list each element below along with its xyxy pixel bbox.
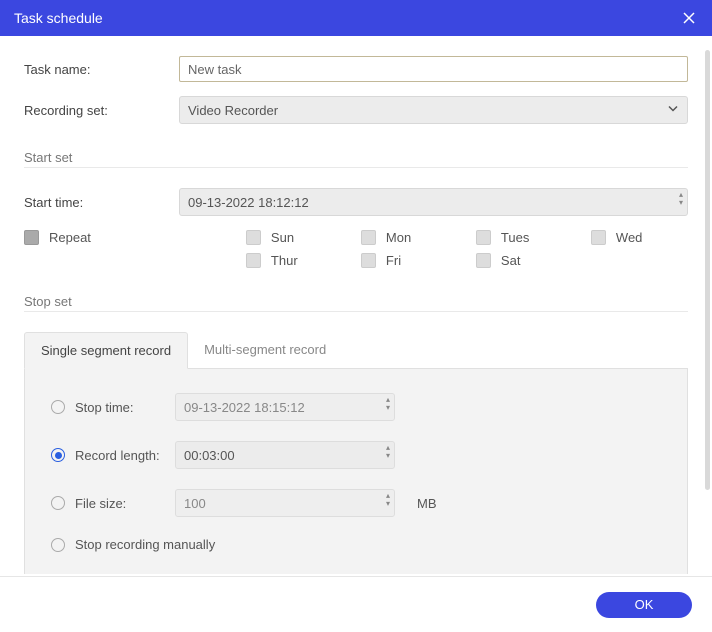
task-name-input[interactable] [179, 56, 688, 82]
record-length-value: 00:03:00 [184, 448, 235, 463]
tab-multi-segment[interactable]: Multi-segment record [188, 332, 342, 368]
recording-set-label: Recording set: [24, 103, 179, 118]
close-icon[interactable] [680, 9, 698, 27]
ok-button[interactable]: OK [596, 592, 692, 618]
stepper-down-icon[interactable]: ▾ [386, 452, 390, 460]
task-name-label: Task name: [24, 62, 179, 77]
manual-stop-radio[interactable] [51, 538, 65, 552]
footer: OK [0, 576, 712, 632]
stop-time-label: Stop time: [75, 400, 175, 415]
stop-time-value: 09-13-2022 18:15:12 [184, 400, 305, 415]
file-size-field[interactable]: 100 ▴ ▾ [175, 489, 395, 517]
stop-set-title: Stop set [24, 294, 688, 309]
repeat-checkbox[interactable] [24, 230, 39, 245]
day-tues-checkbox[interactable] [476, 230, 491, 245]
content-area: Task name: Recording set: Video Recorder… [0, 36, 712, 574]
day-mon-label: Mon [386, 230, 411, 245]
start-time-label: Start time: [24, 195, 179, 210]
stepper-down-icon[interactable]: ▾ [679, 199, 683, 207]
day-sat-label: Sat [501, 253, 521, 268]
divider [24, 167, 688, 168]
file-size-radio[interactable] [51, 496, 65, 510]
day-wed-checkbox[interactable] [591, 230, 606, 245]
file-size-stepper[interactable]: ▴ ▾ [386, 492, 390, 508]
day-fri-label: Fri [386, 253, 401, 268]
stop-time-stepper[interactable]: ▴ ▾ [386, 396, 390, 412]
file-size-value: 100 [184, 496, 206, 511]
tab-single-segment[interactable]: Single segment record [24, 332, 188, 369]
recording-set-value: Video Recorder [188, 103, 278, 118]
stepper-down-icon[interactable]: ▾ [386, 404, 390, 412]
stop-time-radio[interactable] [51, 400, 65, 414]
record-length-stepper[interactable]: ▴ ▾ [386, 444, 390, 460]
divider [24, 311, 688, 312]
day-mon-checkbox[interactable] [361, 230, 376, 245]
record-length-label: Record length: [75, 448, 175, 463]
start-set-title: Start set [24, 150, 688, 165]
day-sat-checkbox[interactable] [476, 253, 491, 268]
record-length-radio[interactable] [51, 448, 65, 462]
tabs: Single segment record Multi-segment reco… [24, 332, 688, 369]
stepper-down-icon[interactable]: ▾ [386, 500, 390, 508]
day-sun-label: Sun [271, 230, 294, 245]
tab-panel-single: Stop time: 09-13-2022 18:15:12 ▴ ▾ Recor… [24, 369, 688, 574]
manual-stop-label: Stop recording manually [75, 537, 215, 552]
start-time-stepper[interactable]: ▴ ▾ [679, 191, 683, 207]
titlebar: Task schedule [0, 0, 712, 36]
day-thur-checkbox[interactable] [246, 253, 261, 268]
scrollbar[interactable] [705, 50, 710, 490]
repeat-label: Repeat [49, 230, 91, 245]
record-length-field[interactable]: 00:03:00 ▴ ▾ [175, 441, 395, 469]
start-time-field[interactable]: 09-13-2022 18:12:12 ▴ ▾ [179, 188, 688, 216]
file-size-label: File size: [75, 496, 175, 511]
day-fri-checkbox[interactable] [361, 253, 376, 268]
day-tues-label: Tues [501, 230, 529, 245]
day-wed-label: Wed [616, 230, 643, 245]
day-sun-checkbox[interactable] [246, 230, 261, 245]
recording-set-select[interactable]: Video Recorder [179, 96, 688, 124]
start-time-value: 09-13-2022 18:12:12 [188, 195, 309, 210]
window-title: Task schedule [14, 10, 103, 26]
stop-time-field[interactable]: 09-13-2022 18:15:12 ▴ ▾ [175, 393, 395, 421]
day-thur-label: Thur [271, 253, 298, 268]
chevron-down-icon [666, 102, 680, 119]
file-size-unit: MB [417, 496, 437, 511]
